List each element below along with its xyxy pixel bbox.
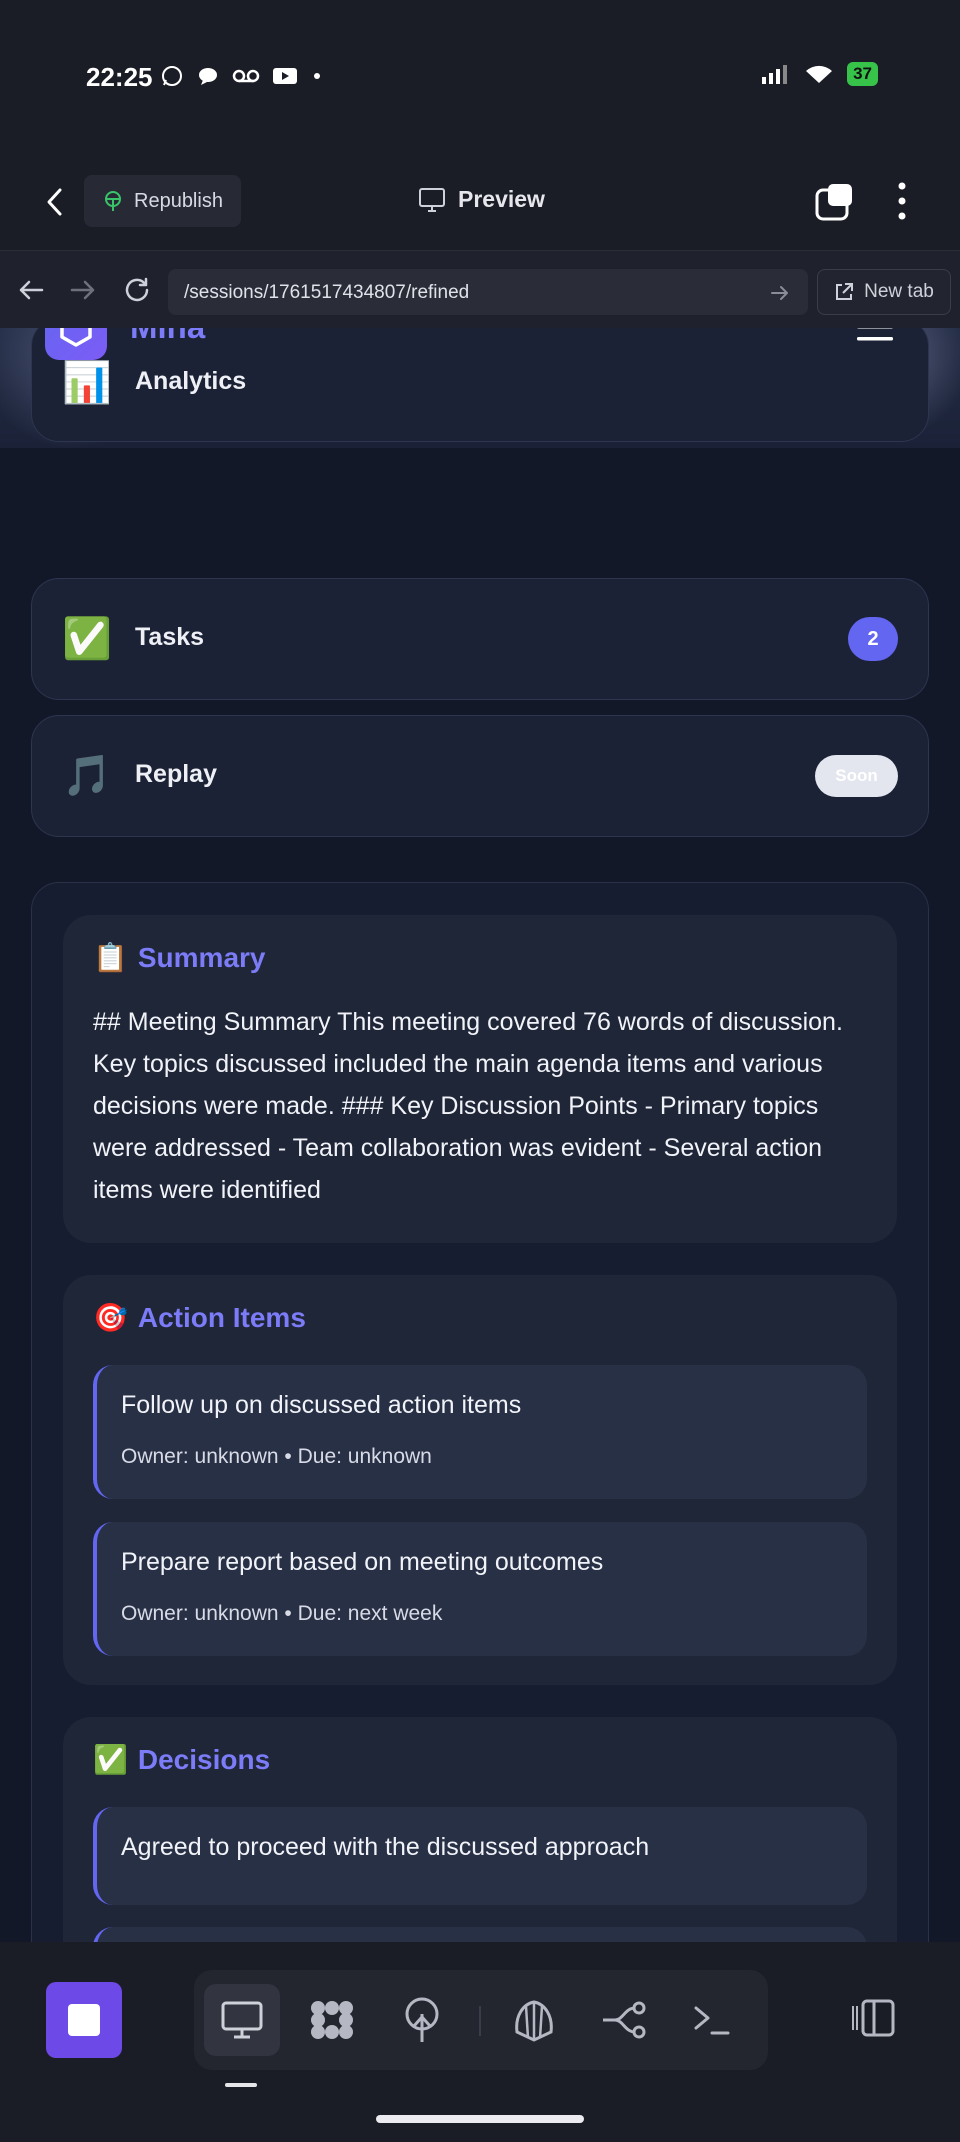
dock-shell-button[interactable] [496, 1984, 572, 2056]
url-text: /sessions/1761517434807/refined [184, 282, 470, 303]
url-input[interactable]: /sessions/1761517434807/refined [168, 269, 808, 315]
republish-label: Republish [134, 189, 223, 212]
summary-title: Summary [137, 941, 266, 973]
republish-button[interactable]: Republish [84, 175, 241, 227]
shell-icon [515, 2000, 553, 2042]
site-header: Mina [0, 328, 960, 364]
monitor-icon [221, 2001, 263, 2039]
active-tab-indicator [225, 2083, 257, 2087]
home-indicator[interactable] [376, 2115, 584, 2123]
wifi-icon [806, 65, 833, 83]
decision-item[interactable]: Agreed to proceed with the discussed app… [93, 1807, 867, 1905]
action-item[interactable]: Prepare report based on meeting outcomes… [93, 1522, 867, 1656]
decisions-section: ✅ Decisions Agreed to proceed with the d… [63, 1717, 897, 1942]
nav-card-label: Replay [135, 760, 217, 788]
dock-publish-button[interactable] [384, 1984, 460, 2056]
reload-icon[interactable] [122, 275, 152, 305]
globe-upload-icon [405, 1997, 439, 2042]
action-item-title: Prepare report based on meeting outcomes [121, 1548, 604, 1576]
checkmark-icon: ✅ [93, 1744, 128, 1775]
hexagon-icon [60, 328, 92, 347]
hamburger-menu-icon[interactable] [855, 328, 895, 344]
signal-icon [762, 65, 788, 84]
git-branch-icon [603, 2001, 646, 2039]
summary-section: 📋 Summary ## Meeting Summary This meetin… [63, 915, 897, 1243]
action-items-section: 🎯 Action Items Follow up on discussed ac… [63, 1275, 897, 1685]
decisions-title: Decisions [137, 1743, 271, 1775]
youtube-icon [273, 68, 297, 84]
monitor-icon [419, 187, 445, 212]
status-bar: 22:25 37 [0, 0, 960, 150]
side-panel-icon[interactable] [850, 1998, 896, 2038]
status-time: 22:25 [86, 62, 153, 92]
external-link-icon [836, 283, 854, 300]
app-toolbar: Republish Preview [0, 150, 960, 250]
voicemail-icon [232, 69, 260, 83]
terminal-icon [694, 2006, 730, 2035]
decision-item[interactable] [93, 1927, 867, 1942]
grid-blob-icon [311, 2001, 353, 2039]
dock-branch-button[interactable] [586, 1984, 662, 2056]
dock-terminal-button[interactable] [674, 1984, 750, 2056]
tasks-icon: ✅ [62, 617, 112, 661]
new-tab-label: New tab [864, 281, 934, 302]
bottom-dock [0, 1942, 960, 2142]
dock-divider [479, 2006, 481, 2036]
go-arrow-icon[interactable] [770, 283, 790, 303]
analytics-icon: 📊 [62, 361, 112, 405]
action-item-meta: Owner: unknown • Due: unknown [121, 1445, 432, 1468]
preview-label: Preview [458, 186, 545, 212]
replay-icon: 🎵 [62, 754, 112, 798]
more-options-icon[interactable] [890, 180, 914, 222]
brand-name[interactable]: Mina [130, 328, 205, 346]
chat-icon [199, 68, 217, 85]
action-item[interactable]: Follow up on discussed action items Owne… [93, 1365, 867, 1499]
logo[interactable] [45, 328, 107, 360]
whatsapp-icon [162, 66, 182, 86]
republish-icon [105, 191, 121, 211]
dot-icon [314, 73, 320, 79]
decision-item-title: Agreed to proceed with the discussed app… [121, 1833, 650, 1861]
browser-forward-icon[interactable] [68, 275, 98, 305]
decisions-heading: ✅ Decisions [93, 1743, 270, 1776]
browser-back-icon[interactable] [16, 275, 46, 305]
nav-card-tasks[interactable]: ✅ Tasks 2 [31, 578, 929, 700]
nav-card-label: Analytics [135, 367, 247, 395]
stop-icon [68, 2004, 100, 2036]
session-insights-card: 📋 Summary ## Meeting Summary This meetin… [31, 882, 929, 1942]
dock-preview-button[interactable] [204, 1984, 280, 2056]
summary-heading: 📋 Summary [93, 941, 266, 974]
action-items-heading: 🎯 Action Items [93, 1301, 306, 1334]
summary-text: ## Meeting Summary This meeting covered … [93, 1008, 843, 1204]
url-bar: /sessions/1761517434807/refined New tab [0, 250, 960, 328]
back-button[interactable] [40, 184, 70, 220]
stop-button[interactable] [46, 1982, 122, 2058]
preview-button[interactable]: Preview [418, 186, 545, 213]
target-icon: 🎯 [93, 1302, 128, 1333]
action-item-meta: Owner: unknown • Due: next week [121, 1602, 443, 1625]
new-tab-button[interactable]: New tab [817, 269, 951, 315]
tabs-icon[interactable] [815, 183, 855, 221]
dock-apps-button[interactable] [294, 1984, 370, 2056]
action-items-title: Action Items [137, 1301, 306, 1333]
system-icons: 37 [761, 62, 878, 86]
nav-card-replay[interactable]: 🎵 Replay Soon [31, 715, 929, 837]
clipboard-icon: 📋 [93, 942, 128, 973]
nav-card-label: Tasks [135, 623, 205, 651]
web-content: 📊 Analytics ✅ Tasks 2 🎵 Replay Soon Mina… [0, 328, 960, 1942]
notification-icons [160, 64, 324, 88]
soon-badge: Soon [815, 755, 898, 797]
dock-tool-group [194, 1970, 768, 2070]
tasks-count-badge: 2 [848, 617, 898, 661]
action-item-title: Follow up on discussed action items [121, 1391, 522, 1419]
battery-icon: 37 [847, 62, 878, 86]
